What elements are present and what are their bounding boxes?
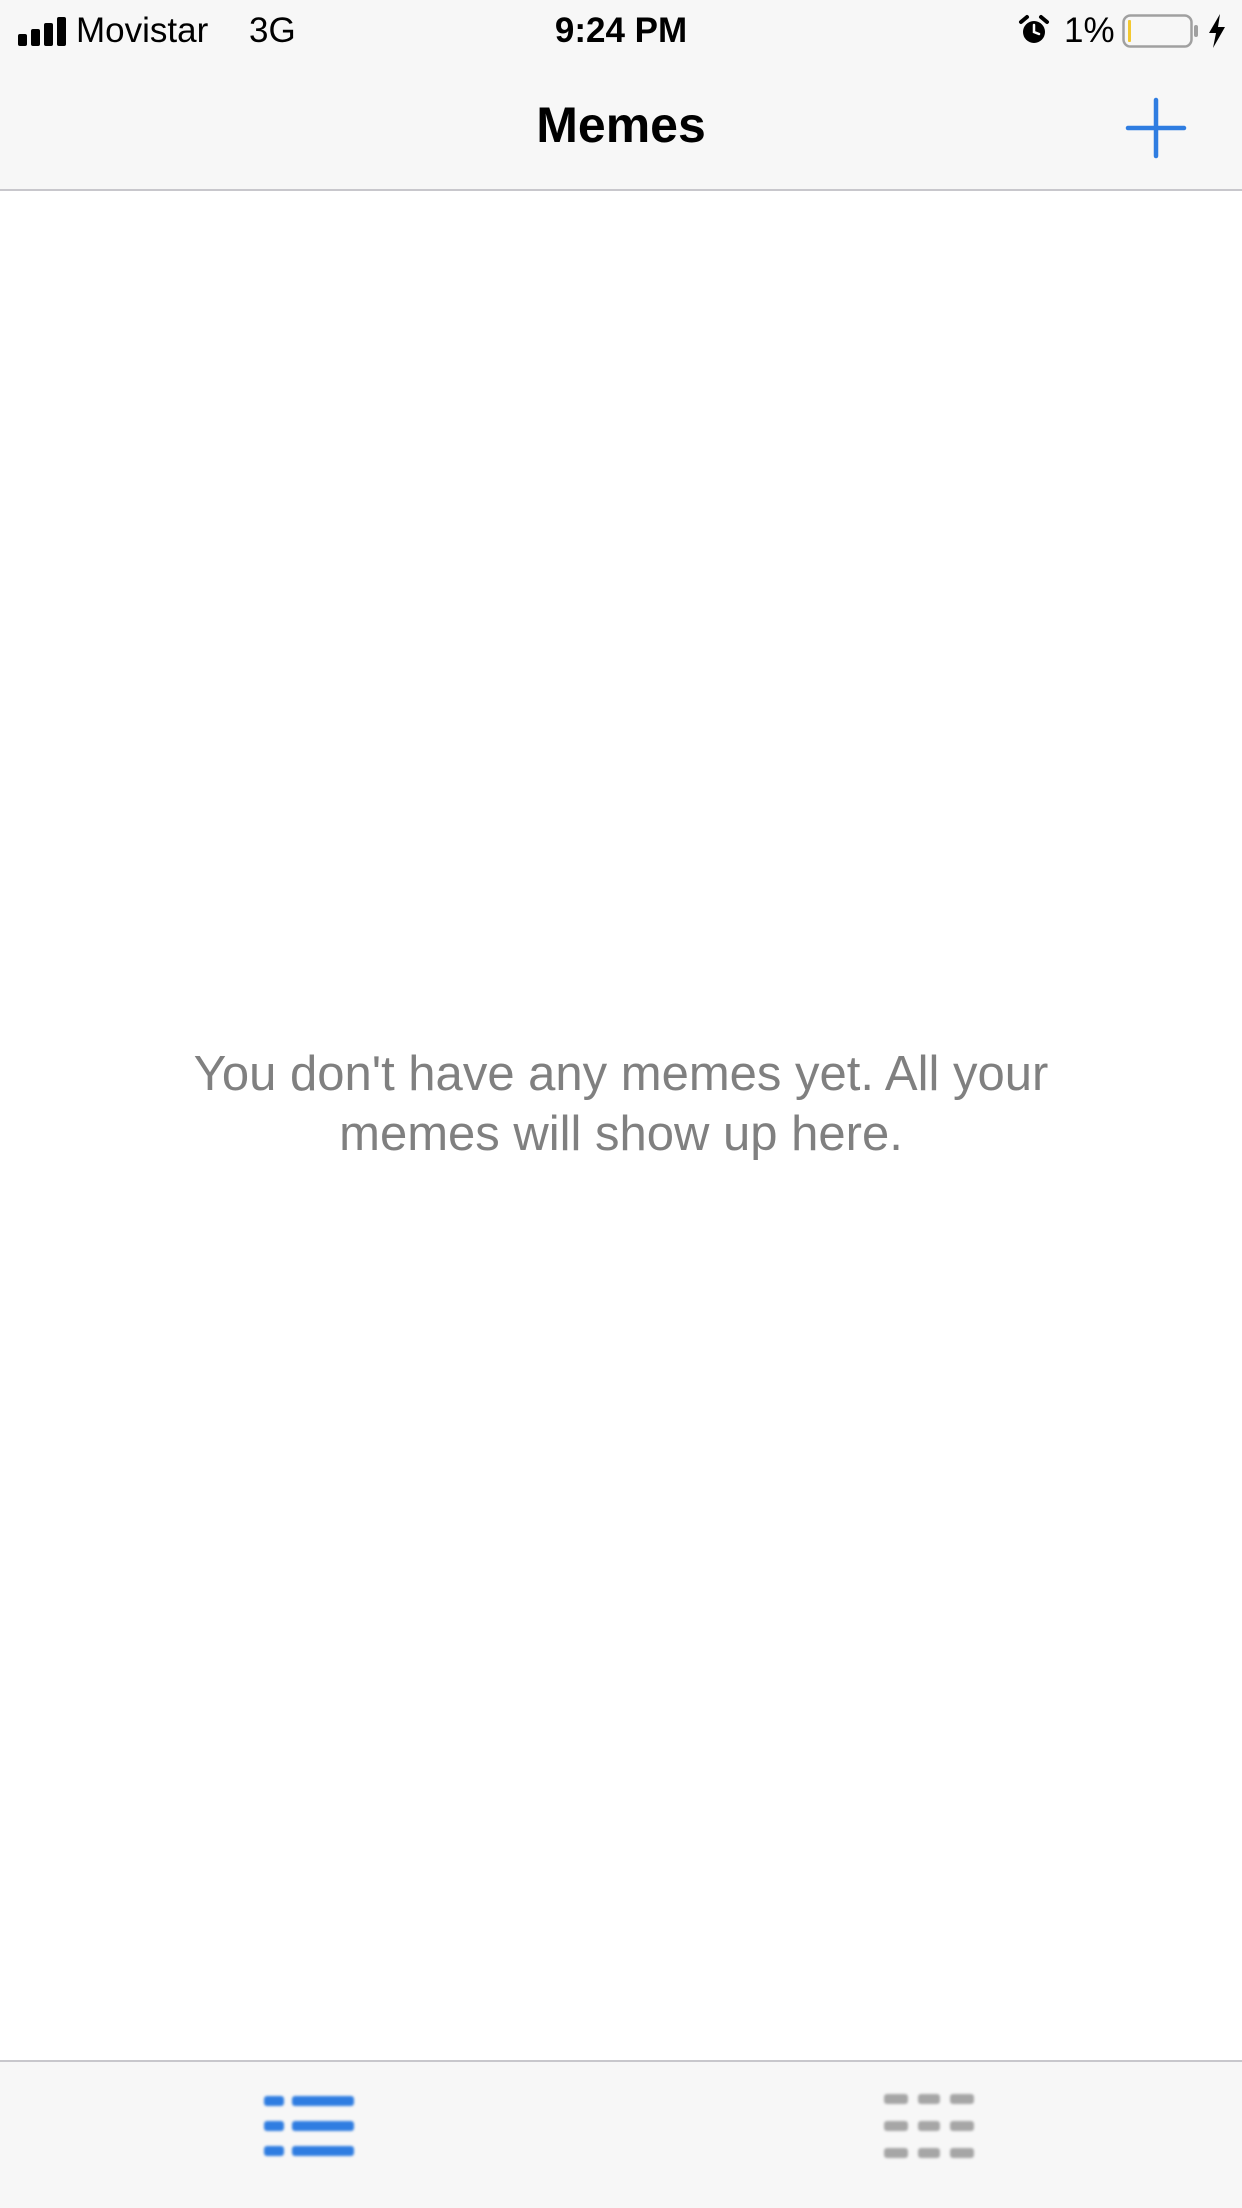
alarm-icon [1019,15,1049,43]
empty-state-message: You don't have any memes yet. All your m… [193,1047,1049,1161]
battery-percentage: 1% [1064,11,1115,50]
plus-icon [1125,97,1187,159]
screen: Movistar 3G 9:24 PM 1% Memes You don't h… [0,0,1242,2208]
status-bar: Movistar 3G 9:24 PM 1% [0,0,1242,62]
tab-bar [0,2060,1242,2208]
tab-list-view[interactable] [230,2082,390,2172]
battery-icon [1122,14,1198,48]
navigation-bar: Memes [0,62,1242,191]
list-icon [264,2096,354,2156]
charging-bolt-icon [1209,14,1225,48]
tab-grid-view[interactable] [850,2082,1010,2172]
meme-list-area: You don't have any memes yet. All your m… [0,191,1242,2060]
grid-icon [884,2094,974,2158]
status-time: 9:24 PM [554,11,688,50]
add-meme-button[interactable] [1120,92,1192,164]
page-title: Memes [536,97,706,153]
